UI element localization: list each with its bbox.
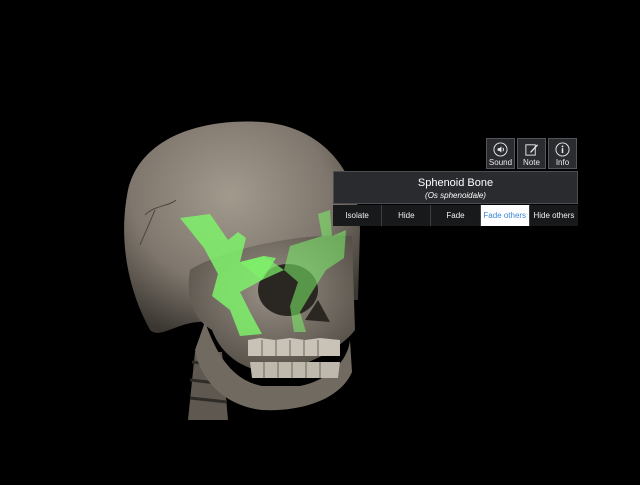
selected-structure-panel: Sphenoid Bone (Os sphenoidale) xyxy=(333,171,578,204)
info-label: Info xyxy=(555,158,570,167)
fade-others-button[interactable]: Fade others xyxy=(480,205,530,226)
sound-button[interactable]: Sound xyxy=(486,138,515,169)
note-button[interactable]: Note xyxy=(517,138,546,169)
sound-label: Sound xyxy=(488,158,513,167)
info-button[interactable]: Info xyxy=(548,138,577,169)
isolate-button[interactable]: Isolate xyxy=(333,205,383,226)
note-label: Note xyxy=(523,158,540,167)
fade-button[interactable]: Fade xyxy=(431,205,481,226)
structure-action-bar: Isolate Hide Fade Fade others Hide other… xyxy=(333,205,579,226)
anatomy-viewport[interactable] xyxy=(0,0,640,480)
structure-name: Sphenoid Bone xyxy=(417,177,494,189)
note-edit-icon xyxy=(525,144,539,156)
hide-button[interactable]: Hide xyxy=(382,205,432,226)
structure-latin-name: (Os sphenoidale) xyxy=(425,191,486,200)
info-icon xyxy=(555,142,570,157)
speaker-icon xyxy=(493,142,508,157)
hide-others-button[interactable]: Hide others xyxy=(529,205,579,226)
